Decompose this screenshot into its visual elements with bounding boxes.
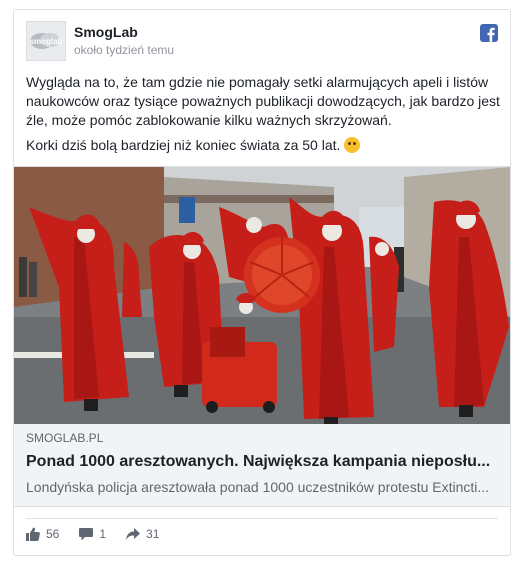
- avatar-text: smoglab: [30, 37, 63, 46]
- like-count: 56: [46, 527, 60, 541]
- facebook-post-card: smoglab SmogLab około tydzień temu Wyglą…: [13, 9, 511, 556]
- link-preview[interactable]: SMOGLAB.PL Ponad 1000 aresztowanych. Naj…: [14, 166, 510, 507]
- post-paragraph: Wygląda na to, że tam gdzie nie pomagały…: [26, 74, 500, 128]
- share-count: 31: [146, 527, 160, 541]
- post-text: Wygląda na to, że tam gdzie nie pomagały…: [26, 73, 500, 161]
- comment-count: 1: [99, 527, 107, 541]
- link-title[interactable]: Ponad 1000 aresztowanych. Największa kam…: [26, 453, 498, 471]
- wink-face-icon: [344, 137, 361, 153]
- smoglab-logo-icon: smoglab: [30, 33, 63, 49]
- share-button[interactable]: 31: [126, 527, 159, 541]
- post-paragraph: Korki dziś bolą bardziej niż koniec świa…: [26, 136, 500, 155]
- facebook-logo-icon[interactable]: [480, 24, 498, 42]
- engagement-bar: 56 1 31: [26, 518, 498, 549]
- link-meta[interactable]: SMOGLAB.PL Ponad 1000 aresztowanych. Naj…: [26, 431, 498, 495]
- page-avatar[interactable]: smoglab: [26, 21, 66, 61]
- link-preview-image[interactable]: [14, 167, 510, 424]
- link-description: Londyńska policja aresztowała ponad 1000…: [26, 479, 490, 495]
- protest-photo: [14, 167, 510, 424]
- page-name[interactable]: SmogLab: [74, 24, 138, 40]
- like-button[interactable]: 56: [26, 527, 59, 541]
- link-domain: SMOGLAB.PL: [26, 431, 104, 445]
- post-header: smoglab SmogLab około tydzień temu: [26, 21, 498, 63]
- comment-icon: [79, 528, 94, 541]
- comment-button[interactable]: 1: [79, 527, 106, 541]
- post-paragraph-text: Korki dziś bolą bardziej niż koniec świa…: [26, 137, 341, 153]
- thumbs-up-icon: [26, 527, 40, 541]
- share-arrow-icon: [126, 528, 141, 540]
- post-timestamp[interactable]: około tydzień temu: [74, 43, 174, 57]
